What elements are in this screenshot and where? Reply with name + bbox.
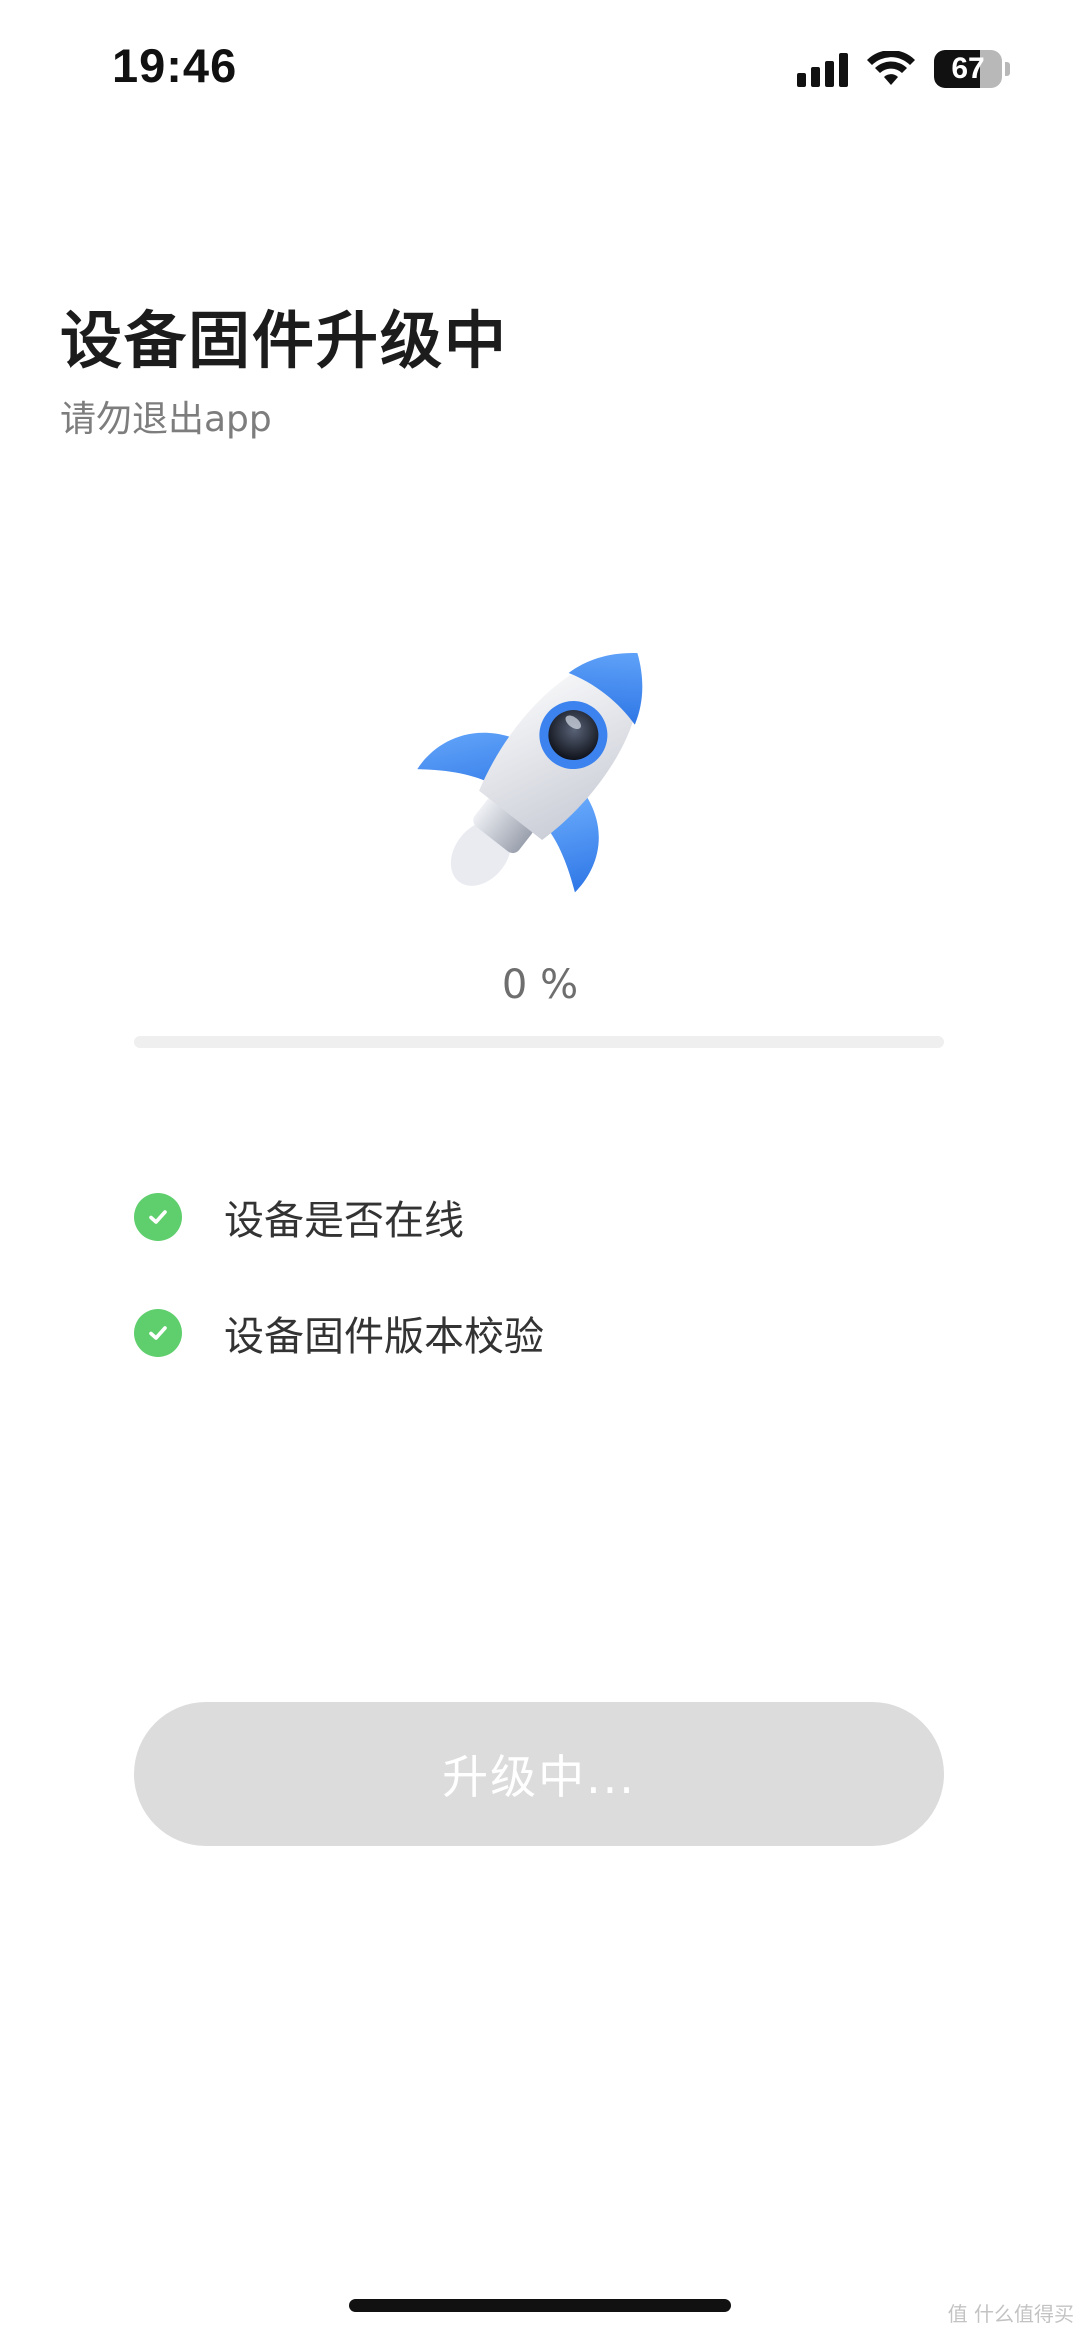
checklist-label: 设备固件版本校验 (224, 1314, 544, 1360)
status-icons: 67 (797, 50, 1010, 88)
home-indicator[interactable] (349, 2299, 731, 2312)
progress-bar (134, 1036, 944, 1048)
check-circle-icon (134, 1309, 182, 1357)
page-subtitle: 请勿退出app (60, 399, 272, 440)
check-circle-icon (134, 1193, 182, 1241)
page-title: 设备固件升级中 (60, 304, 509, 377)
wifi-icon (867, 51, 915, 85)
battery-icon: 67 (934, 50, 1002, 88)
signal-icon (797, 51, 848, 87)
upgrading-button[interactable]: 升级中... (134, 1702, 944, 1846)
battery-nub (1005, 62, 1010, 76)
battery-level: 67 (951, 52, 985, 85)
checklist-item-version-check: 设备固件版本校验 (134, 1304, 544, 1362)
checklist-label: 设备是否在线 (224, 1198, 464, 1244)
status-time: 19:46 (112, 39, 238, 92)
checklist-item-online: 设备是否在线 (134, 1188, 464, 1246)
rocket-icon (417, 653, 643, 893)
progress-percentage: 0 % (501, 962, 579, 1008)
watermark: 值 什么值得买 (947, 2302, 1074, 2326)
